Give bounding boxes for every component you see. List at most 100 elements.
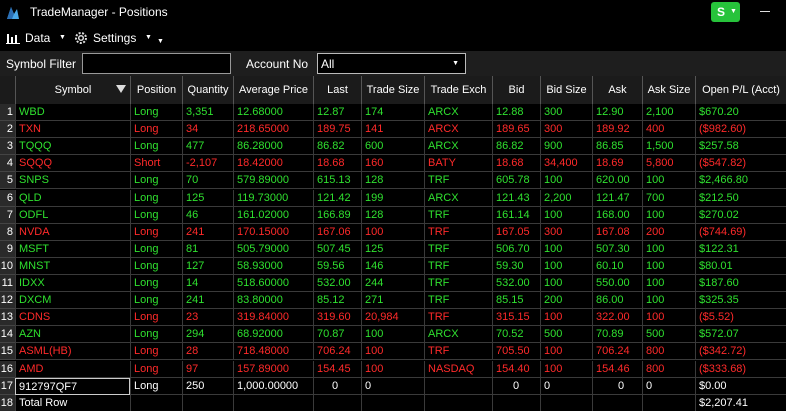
cell-last[interactable]: 18.68 — [313, 155, 361, 173]
cell-quantity[interactable]: 125 — [182, 189, 233, 207]
cell-bid-size[interactable]: 100 — [540, 172, 592, 190]
cell-trade-exch[interactable]: TRF — [424, 309, 492, 327]
cell-ask[interactable]: 12.90 — [592, 104, 642, 121]
cell-quantity[interactable]: 294 — [182, 326, 233, 344]
cell-ask-size[interactable]: 700 — [642, 189, 695, 207]
cell-trade-exch[interactable] — [424, 394, 492, 411]
cell-trade-size[interactable]: 100 — [361, 223, 424, 241]
cell-ask-size[interactable]: 1,500 — [642, 138, 695, 156]
cell-last[interactable]: 615.13 — [313, 172, 361, 190]
cell-ask[interactable]: 322.00 — [592, 309, 642, 327]
cell-open-p-l-acct[interactable]: $212.50 — [695, 189, 786, 207]
cell-ask-size[interactable]: 0 — [642, 377, 695, 395]
cell-quantity[interactable]: 250 — [182, 377, 233, 395]
cell-average-price[interactable]: 218.65000 — [233, 121, 313, 139]
cell-ask-size[interactable]: 2,100 — [642, 104, 695, 121]
table-row[interactable]: 11 IDXX Long 14 518.60000 532.00 244 TRF 532.00 1… — [0, 275, 786, 292]
cell-last[interactable]: 121.42 — [313, 189, 361, 207]
cell-quantity[interactable] — [182, 394, 233, 411]
cell-last[interactable]: 532.00 — [313, 275, 361, 292]
cell-ask-size[interactable]: 200 — [642, 223, 695, 241]
cell-ask-size[interactable]: 100 — [642, 309, 695, 327]
toolbar-overflow-icon[interactable]: ▼ — [157, 38, 164, 45]
cell-bid-size[interactable]: 100 — [540, 275, 592, 292]
cell-quantity[interactable]: 97 — [182, 360, 233, 378]
cell-trade-size[interactable]: 160 — [361, 155, 424, 173]
cell-ask[interactable]: 550.00 — [592, 275, 642, 292]
table-row[interactable]: 14 AZN Long 294 68.92000 70.87 100 ARCX 70.52 500… — [0, 326, 786, 344]
cell-position[interactable]: Short — [130, 155, 182, 173]
cell-open-p-l-acct[interactable]: $80.01 — [695, 257, 786, 275]
cell-average-price[interactable]: 157.89000 — [233, 360, 313, 378]
cell-last[interactable]: 70.87 — [313, 326, 361, 344]
cell-position[interactable]: Long — [130, 189, 182, 207]
cell-ask[interactable]: 620.00 — [592, 172, 642, 190]
cell-average-price[interactable]: 18.42000 — [233, 155, 313, 173]
cell-quantity[interactable]: 70 — [182, 172, 233, 190]
cell-trade-size[interactable]: 128 — [361, 206, 424, 224]
cell-trade-exch[interactable]: NASDAQ — [424, 360, 492, 378]
cell-trade-size[interactable]: 146 — [361, 257, 424, 275]
cell-trade-size[interactable]: 141 — [361, 121, 424, 139]
cell-position[interactable]: Long — [130, 223, 182, 241]
cell-last[interactable]: 86.82 — [313, 138, 361, 156]
column-header-trade-exch[interactable]: Trade Exch — [424, 76, 492, 104]
cell-bid-size[interactable]: 200 — [540, 292, 592, 310]
column-header-position[interactable]: Position — [130, 76, 182, 104]
account-select[interactable]: All ▼ — [317, 53, 466, 74]
cell-bid[interactable]: 532.00 — [492, 275, 540, 292]
cell-quantity[interactable]: 14 — [182, 275, 233, 292]
symbol-filter-input[interactable] — [82, 53, 231, 74]
cell-trade-exch[interactable]: ARCX — [424, 138, 492, 156]
cell-ask-size[interactable]: 800 — [642, 360, 695, 378]
cell-bid[interactable]: 605.78 — [492, 172, 540, 190]
cell-bid-size[interactable] — [540, 394, 592, 411]
table-row[interactable]: 10 MNST Long 127 58.93000 59.56 146 TRF 59.30 100… — [0, 257, 786, 275]
cell-bid[interactable]: 59.30 — [492, 257, 540, 275]
cell-bid[interactable]: 189.65 — [492, 121, 540, 139]
cell-symbol[interactable]: NVDA — [15, 223, 130, 241]
cell-bid-size[interactable]: 500 — [540, 326, 592, 344]
cell-bid-size[interactable]: 900 — [540, 138, 592, 156]
cell-ask[interactable]: 60.10 — [592, 257, 642, 275]
cell-trade-size[interactable]: 100 — [361, 326, 424, 344]
cell-ask-size[interactable]: 800 — [642, 343, 695, 361]
data-menu[interactable]: Data — [25, 31, 50, 45]
cell-trade-size[interactable]: 128 — [361, 172, 424, 190]
column-header-bid[interactable]: Bid — [492, 76, 540, 104]
table-row[interactable]: 4 SQQQ Short -2,107 18.42000 18.68 160 BATY 18.6… — [0, 155, 786, 173]
cell-ask[interactable]: 86.85 — [592, 138, 642, 156]
cell-average-price[interactable]: 579.89000 — [233, 172, 313, 190]
cell-symbol[interactable]: QLD — [15, 189, 130, 207]
cell-trade-size[interactable]: 100 — [361, 360, 424, 378]
column-header-trade-size[interactable]: Trade Size — [361, 76, 424, 104]
cell-ask[interactable]: 70.89 — [592, 326, 642, 344]
cell-trade-size[interactable]: 0 — [361, 377, 424, 395]
cell-symbol[interactable]: TXN — [15, 121, 130, 139]
cell-bid[interactable]: 167.05 — [492, 223, 540, 241]
cell-symbol[interactable]: CDNS — [15, 309, 130, 327]
minimize-button[interactable] — [760, 11, 770, 12]
cell-trade-exch[interactable]: BATY — [424, 155, 492, 173]
total-row[interactable]: 18 Total Row $2,207.41 — [0, 394, 786, 411]
cell-ask[interactable]: 167.08 — [592, 223, 642, 241]
cell-ask[interactable]: 189.92 — [592, 121, 642, 139]
cell-ask-size[interactable]: 400 — [642, 121, 695, 139]
cell-quantity[interactable]: 46 — [182, 206, 233, 224]
settings-menu-chevron-icon[interactable]: ▼ — [145, 34, 152, 41]
cell-quantity[interactable]: 3,351 — [182, 104, 233, 121]
cell-quantity[interactable]: 28 — [182, 343, 233, 361]
cell-last[interactable]: 189.75 — [313, 121, 361, 139]
cell-ask-size[interactable]: 100 — [642, 257, 695, 275]
cell-symbol[interactable]: WBD — [15, 104, 130, 121]
cell-bid[interactable]: 85.15 — [492, 292, 540, 310]
table-row[interactable]: 1 WBD Long 3,351 12.68000 12.87 174 ARCX 12.88 30… — [0, 104, 786, 121]
cell-last[interactable]: 706.24 — [313, 343, 361, 361]
cell-trade-exch[interactable]: TRF — [424, 206, 492, 224]
cell-quantity[interactable]: 81 — [182, 240, 233, 258]
cell-ask[interactable]: 18.69 — [592, 155, 642, 173]
cell-average-price[interactable]: 319.84000 — [233, 309, 313, 327]
cell-open-p-l-acct[interactable]: $2,466.80 — [695, 172, 786, 190]
cell-quantity[interactable]: 34 — [182, 121, 233, 139]
column-header-ask[interactable]: Ask — [592, 76, 642, 104]
